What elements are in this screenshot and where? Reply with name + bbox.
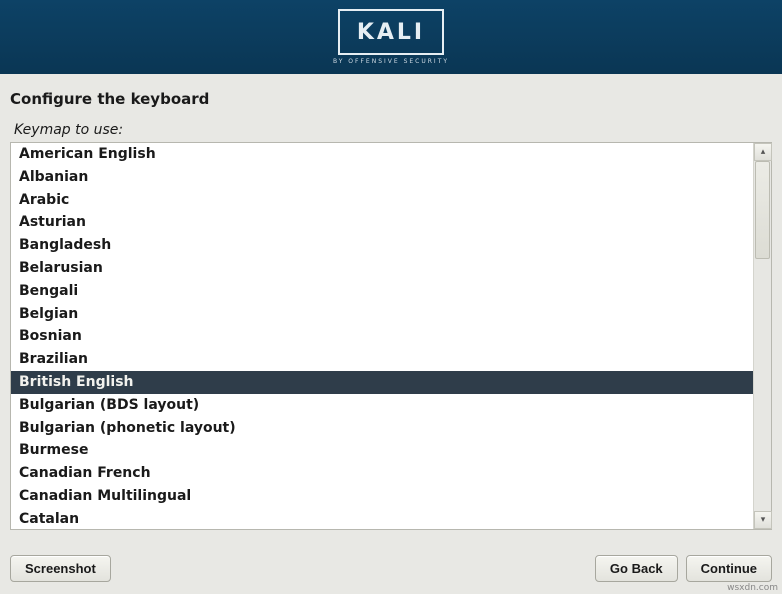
keymap-item[interactable]: Belgian — [11, 303, 753, 326]
keymap-item[interactable]: Canadian French — [11, 462, 753, 485]
keymap-item[interactable]: American English — [11, 143, 753, 166]
button-bar: Screenshot Go Back Continue — [10, 555, 772, 582]
page-title: Configure the keyboard — [0, 74, 782, 116]
brand-tagline: BY OFFENSIVE SECURITY — [333, 58, 449, 65]
brand-mark: KALI — [338, 9, 444, 55]
scroll-up-icon[interactable]: ▴ — [754, 143, 772, 161]
keymap-item[interactable]: Bosnian — [11, 325, 753, 348]
keymap-item[interactable]: Arabic — [11, 189, 753, 212]
continue-button[interactable]: Continue — [686, 555, 772, 582]
keymap-item[interactable]: Bulgarian (BDS layout) — [11, 394, 753, 417]
screenshot-button[interactable]: Screenshot — [10, 555, 111, 582]
scroll-thumb[interactable] — [755, 161, 770, 259]
keymap-item[interactable]: Bengali — [11, 280, 753, 303]
keymap-label: Keymap to use: — [10, 116, 772, 142]
banner: KALI BY OFFENSIVE SECURITY — [0, 0, 782, 74]
keymap-item[interactable]: Bangladesh — [11, 234, 753, 257]
right-buttons: Go Back Continue — [595, 555, 772, 582]
keymap-item[interactable]: Bulgarian (phonetic layout) — [11, 417, 753, 440]
keymap-item[interactable]: Asturian — [11, 211, 753, 234]
scrollbar[interactable]: ▴ ▾ — [753, 143, 771, 529]
brand-text: KALI — [357, 20, 425, 45]
content: Keymap to use: American EnglishAlbanianA… — [0, 116, 782, 530]
keymap-item[interactable]: Canadian Multilingual — [11, 485, 753, 508]
logo: KALI BY OFFENSIVE SECURITY — [333, 9, 449, 65]
keymap-listbox-wrapper: American EnglishAlbanianArabicAsturianBa… — [10, 142, 772, 530]
keymap-item[interactable]: Catalan — [11, 508, 753, 529]
go-back-button[interactable]: Go Back — [595, 555, 678, 582]
scroll-down-icon[interactable]: ▾ — [754, 511, 772, 529]
watermark: wsxdn.com — [727, 583, 778, 593]
keymap-listbox[interactable]: American EnglishAlbanianArabicAsturianBa… — [11, 143, 753, 529]
keymap-item[interactable]: Burmese — [11, 439, 753, 462]
keymap-item[interactable]: Belarusian — [11, 257, 753, 280]
keymap-item[interactable]: Brazilian — [11, 348, 753, 371]
keymap-item[interactable]: Albanian — [11, 166, 753, 189]
keymap-item[interactable]: British English — [11, 371, 753, 394]
